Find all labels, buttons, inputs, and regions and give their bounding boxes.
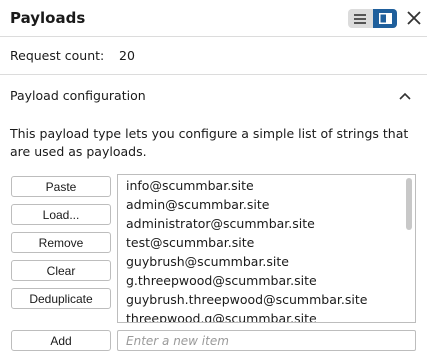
split-view-button[interactable] <box>373 9 397 28</box>
request-count-row: Request count: 20 <box>0 37 427 75</box>
payload-configuration-header[interactable]: Payload configuration <box>0 75 427 117</box>
payloads-panel: Payloads Request count: 20 Payload confi… <box>0 0 427 356</box>
add-button[interactable]: Add <box>11 330 111 351</box>
remove-button[interactable]: Remove <box>11 232 111 253</box>
list-scrollbar[interactable] <box>406 178 412 230</box>
payload-list[interactable]: info@scummbar.site admin@scummbar.site a… <box>117 174 416 323</box>
list-item[interactable]: guybrush@scummbar.site <box>126 252 367 271</box>
list-item[interactable]: info@scummbar.site <box>126 176 367 195</box>
list-item[interactable]: g.threepwood@scummbar.site <box>126 271 367 290</box>
payload-list-items: info@scummbar.site admin@scummbar.site a… <box>126 176 367 322</box>
list-view-icon <box>354 13 366 24</box>
list-view-button[interactable] <box>348 9 372 28</box>
view-toggle <box>348 9 397 28</box>
panel-title: Payloads <box>10 9 86 27</box>
load-button[interactable]: Load... <box>11 204 111 225</box>
payload-type-description: This payload type lets you configure a s… <box>10 126 409 159</box>
new-item-input[interactable] <box>117 330 416 351</box>
request-count-label: Request count: <box>10 48 105 63</box>
list-item[interactable]: guybrush.threepwood@scummbar.site <box>126 290 367 309</box>
list-item[interactable]: admin@scummbar.site <box>126 195 367 214</box>
deduplicate-button[interactable]: Deduplicate <box>11 288 111 309</box>
clear-button[interactable]: Clear <box>11 260 111 281</box>
close-icon <box>407 11 421 25</box>
collapse-button[interactable] <box>398 89 412 103</box>
list-item[interactable]: threepwood.g@scummbar.site <box>126 309 367 322</box>
panel-header: Payloads <box>0 0 427 37</box>
list-item[interactable]: test@scummbar.site <box>126 233 367 252</box>
list-item[interactable]: administrator@scummbar.site <box>126 214 367 233</box>
request-count-value: 20 <box>119 48 135 63</box>
split-view-icon <box>378 13 392 24</box>
paste-button[interactable]: Paste <box>11 176 111 197</box>
close-button[interactable] <box>405 9 423 27</box>
section-title: Payload configuration <box>10 88 146 103</box>
chevron-up-icon <box>399 92 411 100</box>
